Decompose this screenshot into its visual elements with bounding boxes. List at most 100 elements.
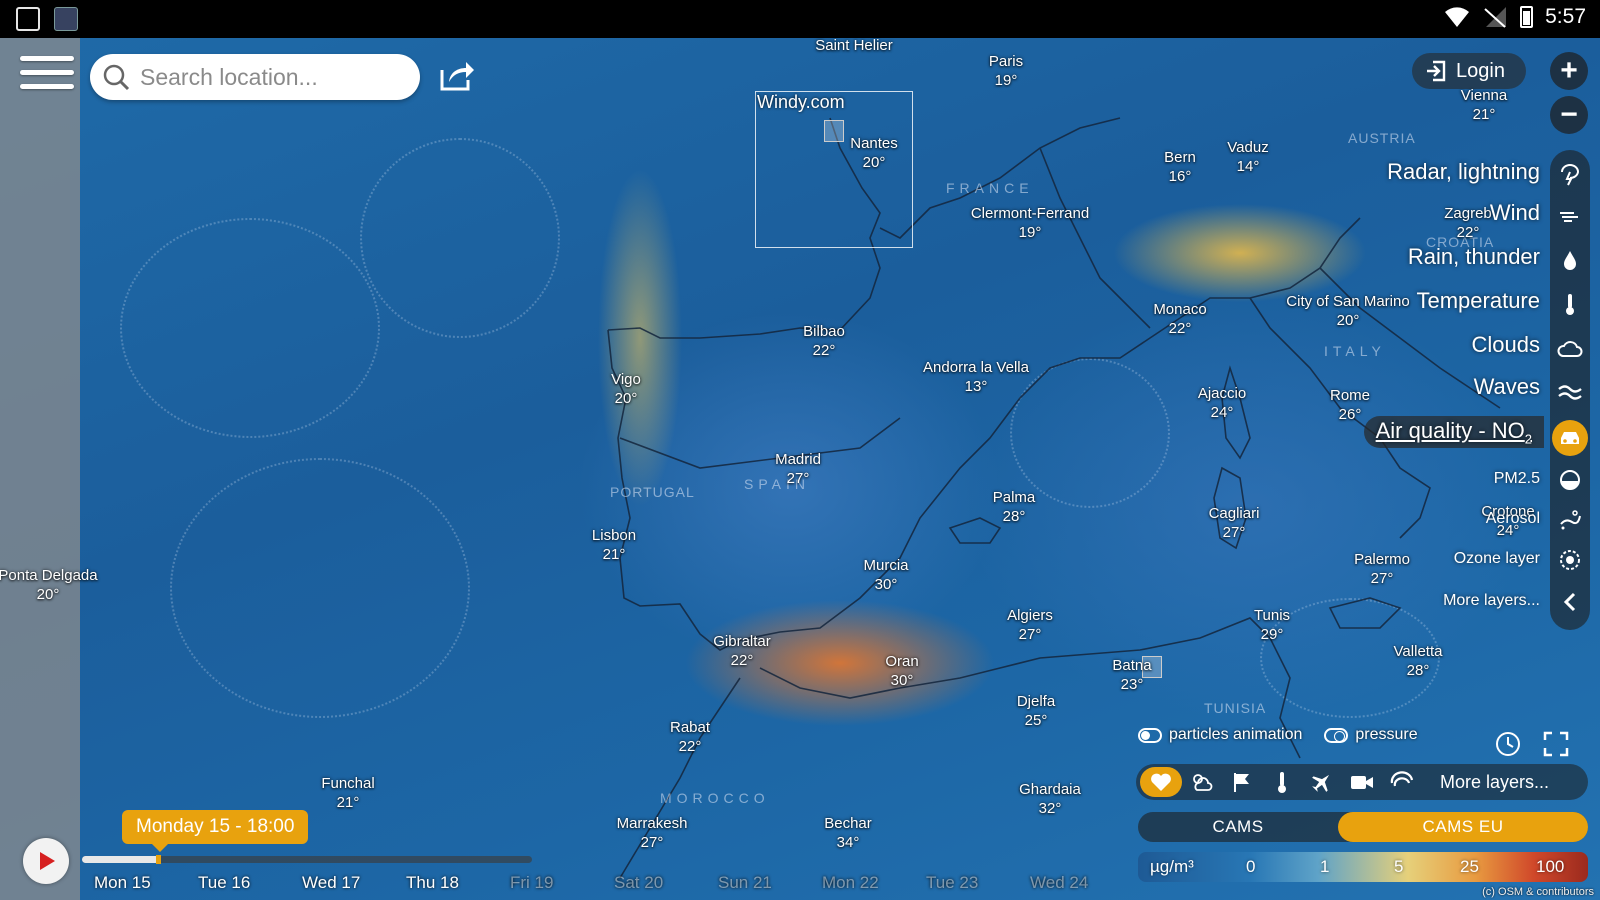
city-label[interactable]: Batna 23° [1112,656,1151,694]
play-button[interactable] [23,838,69,884]
city-label[interactable]: Oran 30° [885,652,918,690]
city-label[interactable]: Nantes 20° [850,134,898,172]
waves-icon[interactable] [1552,374,1588,410]
menu-button[interactable] [20,56,74,98]
layer-air-quality-label[interactable]: Air quality - NO2 [1363,416,1544,449]
favorites-heart-icon[interactable] [1140,767,1182,797]
city-label[interactable]: Madrid 27° [775,450,821,488]
legend-stop: 100 [1536,857,1565,876]
cell-signal-icon [1484,7,1507,28]
timeline-slider[interactable] [82,855,532,864]
battery-icon [1520,6,1534,28]
layer-ozone-label[interactable]: Ozone layer [1454,550,1540,568]
flag-icon[interactable] [1222,767,1262,797]
day-label[interactable]: Sun 21 [718,873,822,893]
day-label[interactable]: Wed 17 [302,873,406,893]
layer-rain-label[interactable]: Rain, thunder [1408,244,1540,270]
day-label[interactable]: Fri 19 [510,873,614,893]
login-button[interactable]: Login [1412,53,1526,89]
pressure-toggle[interactable]: pressure [1324,726,1418,744]
day-label[interactable]: Sat 20 [614,873,718,893]
particles-animation-toggle[interactable]: particles animation [1138,726,1302,744]
thermometer-icon[interactable] [1552,286,1588,322]
search-bar[interactable] [90,54,420,100]
day-label[interactable]: Mon 15 [94,873,198,893]
car-icon[interactable] [1552,420,1588,456]
city-label[interactable]: Bern 16° [1164,148,1196,186]
zoom-in-button[interactable]: + [1550,52,1588,90]
model-cams-eu-button[interactable]: CAMS EU [1338,812,1588,842]
city-label[interactable]: Zagreb 22° [1444,204,1492,242]
city-label[interactable]: City of San Marino 20° [1286,292,1409,330]
color-legend[interactable]: µg/m³ 0 1 5 25 100 [1138,852,1588,882]
city-label[interactable]: Rabat 22° [670,718,710,756]
city-label[interactable]: Bilbao 22° [803,322,845,360]
broken-image-icon [824,120,844,142]
city-label[interactable]: Ajaccio 24° [1198,384,1246,422]
wind-icon[interactable] [1552,198,1588,234]
clock-icon[interactable] [1494,730,1522,758]
ozone-icon[interactable] [1552,542,1588,578]
radar-icon[interactable] [1552,156,1588,192]
hurricane-icon[interactable] [1382,767,1422,797]
pm25-icon[interactable] [1552,462,1588,498]
city-label[interactable]: Andorra la Vella 13° [923,358,1029,396]
app-notification-icon [54,7,78,31]
city-label[interactable]: Gibraltar 22° [713,632,771,670]
city-label[interactable]: Vienna 21° [1461,86,1507,124]
city-label[interactable]: Marrakesh 27° [617,814,688,852]
more-layers-link[interactable]: More layers... [1440,772,1549,793]
city-label[interactable]: Cagliari 27° [1209,504,1260,542]
city-label[interactable]: Ghardaia 32° [1019,780,1081,818]
city-label[interactable]: Vigo 20° [611,370,641,408]
city-label[interactable]: Saint Helier [815,38,893,55]
fullscreen-icon[interactable] [1542,730,1570,758]
layer-more-label[interactable]: More layers... [1443,592,1540,610]
aerosol-icon[interactable] [1552,502,1588,538]
city-label[interactable]: Tunis 29° [1254,606,1290,644]
day-label[interactable]: Mon 22 [822,873,926,893]
layer-pm25-label[interactable]: PM2.5 [1494,470,1540,488]
layer-aerosol-label[interactable]: Aerosol [1486,510,1540,528]
pressure-label: pressure [1355,726,1418,743]
layer-waves-label[interactable]: Waves [1474,374,1540,400]
city-label[interactable]: Rome 26° [1330,386,1370,424]
copyright-notice[interactable]: (c) OSM & contributors [1482,886,1594,898]
day-label[interactable]: Thu 18 [406,873,510,893]
search-input[interactable] [140,63,410,91]
timeline-knob[interactable] [155,855,161,864]
city-label[interactable]: Murcia 30° [863,556,908,594]
thermometer-small-icon[interactable] [1262,767,1302,797]
zoom-out-button[interactable]: − [1550,96,1588,134]
share-icon[interactable] [438,58,476,92]
city-label[interactable]: Vaduz 14° [1227,138,1268,176]
webcam-icon[interactable] [1342,767,1382,797]
model-cams-button[interactable]: CAMS [1138,812,1338,842]
city-label[interactable]: Funchal 21° [321,774,374,812]
city-label[interactable]: Palma 28° [993,488,1036,526]
layer-temperature-label[interactable]: Temperature [1416,288,1540,314]
day-label[interactable]: Tue 16 [198,873,302,893]
city-label[interactable]: Algiers 27° [1007,606,1053,644]
city-label[interactable]: Palermo 27° [1354,550,1410,588]
city-label[interactable]: Lisbon 21° [592,526,636,564]
city-label[interactable]: Djelfa 25° [1017,692,1055,730]
city-label[interactable]: Paris 19° [989,52,1023,90]
city-label[interactable]: Bechar 34° [824,814,872,852]
city-label[interactable]: Clermont-Ferrand 19° [971,204,1089,242]
layer-clouds-label[interactable]: Clouds [1472,332,1540,358]
rain-icon[interactable] [1552,242,1588,278]
airplane-icon[interactable] [1302,767,1342,797]
cloud-icon[interactable] [1552,332,1588,368]
weather-sun-cloud-icon[interactable] [1182,767,1222,797]
city-label[interactable]: Valletta 28° [1394,642,1443,680]
city-label[interactable]: Monaco 22° [1153,300,1206,338]
day-label[interactable]: Tue 23 [926,873,1030,893]
chevron-left-icon[interactable] [1552,584,1588,620]
country-label: FRANCE [946,180,1034,196]
city-label[interactable]: Ponta Delgada 20° [0,566,98,604]
country-label: AUSTRIA [1348,130,1416,146]
day-label[interactable]: Wed 24 [1030,873,1134,893]
layer-wind-label[interactable]: Wind [1490,200,1540,226]
layer-radar-label[interactable]: Radar, lightning [1387,159,1540,185]
